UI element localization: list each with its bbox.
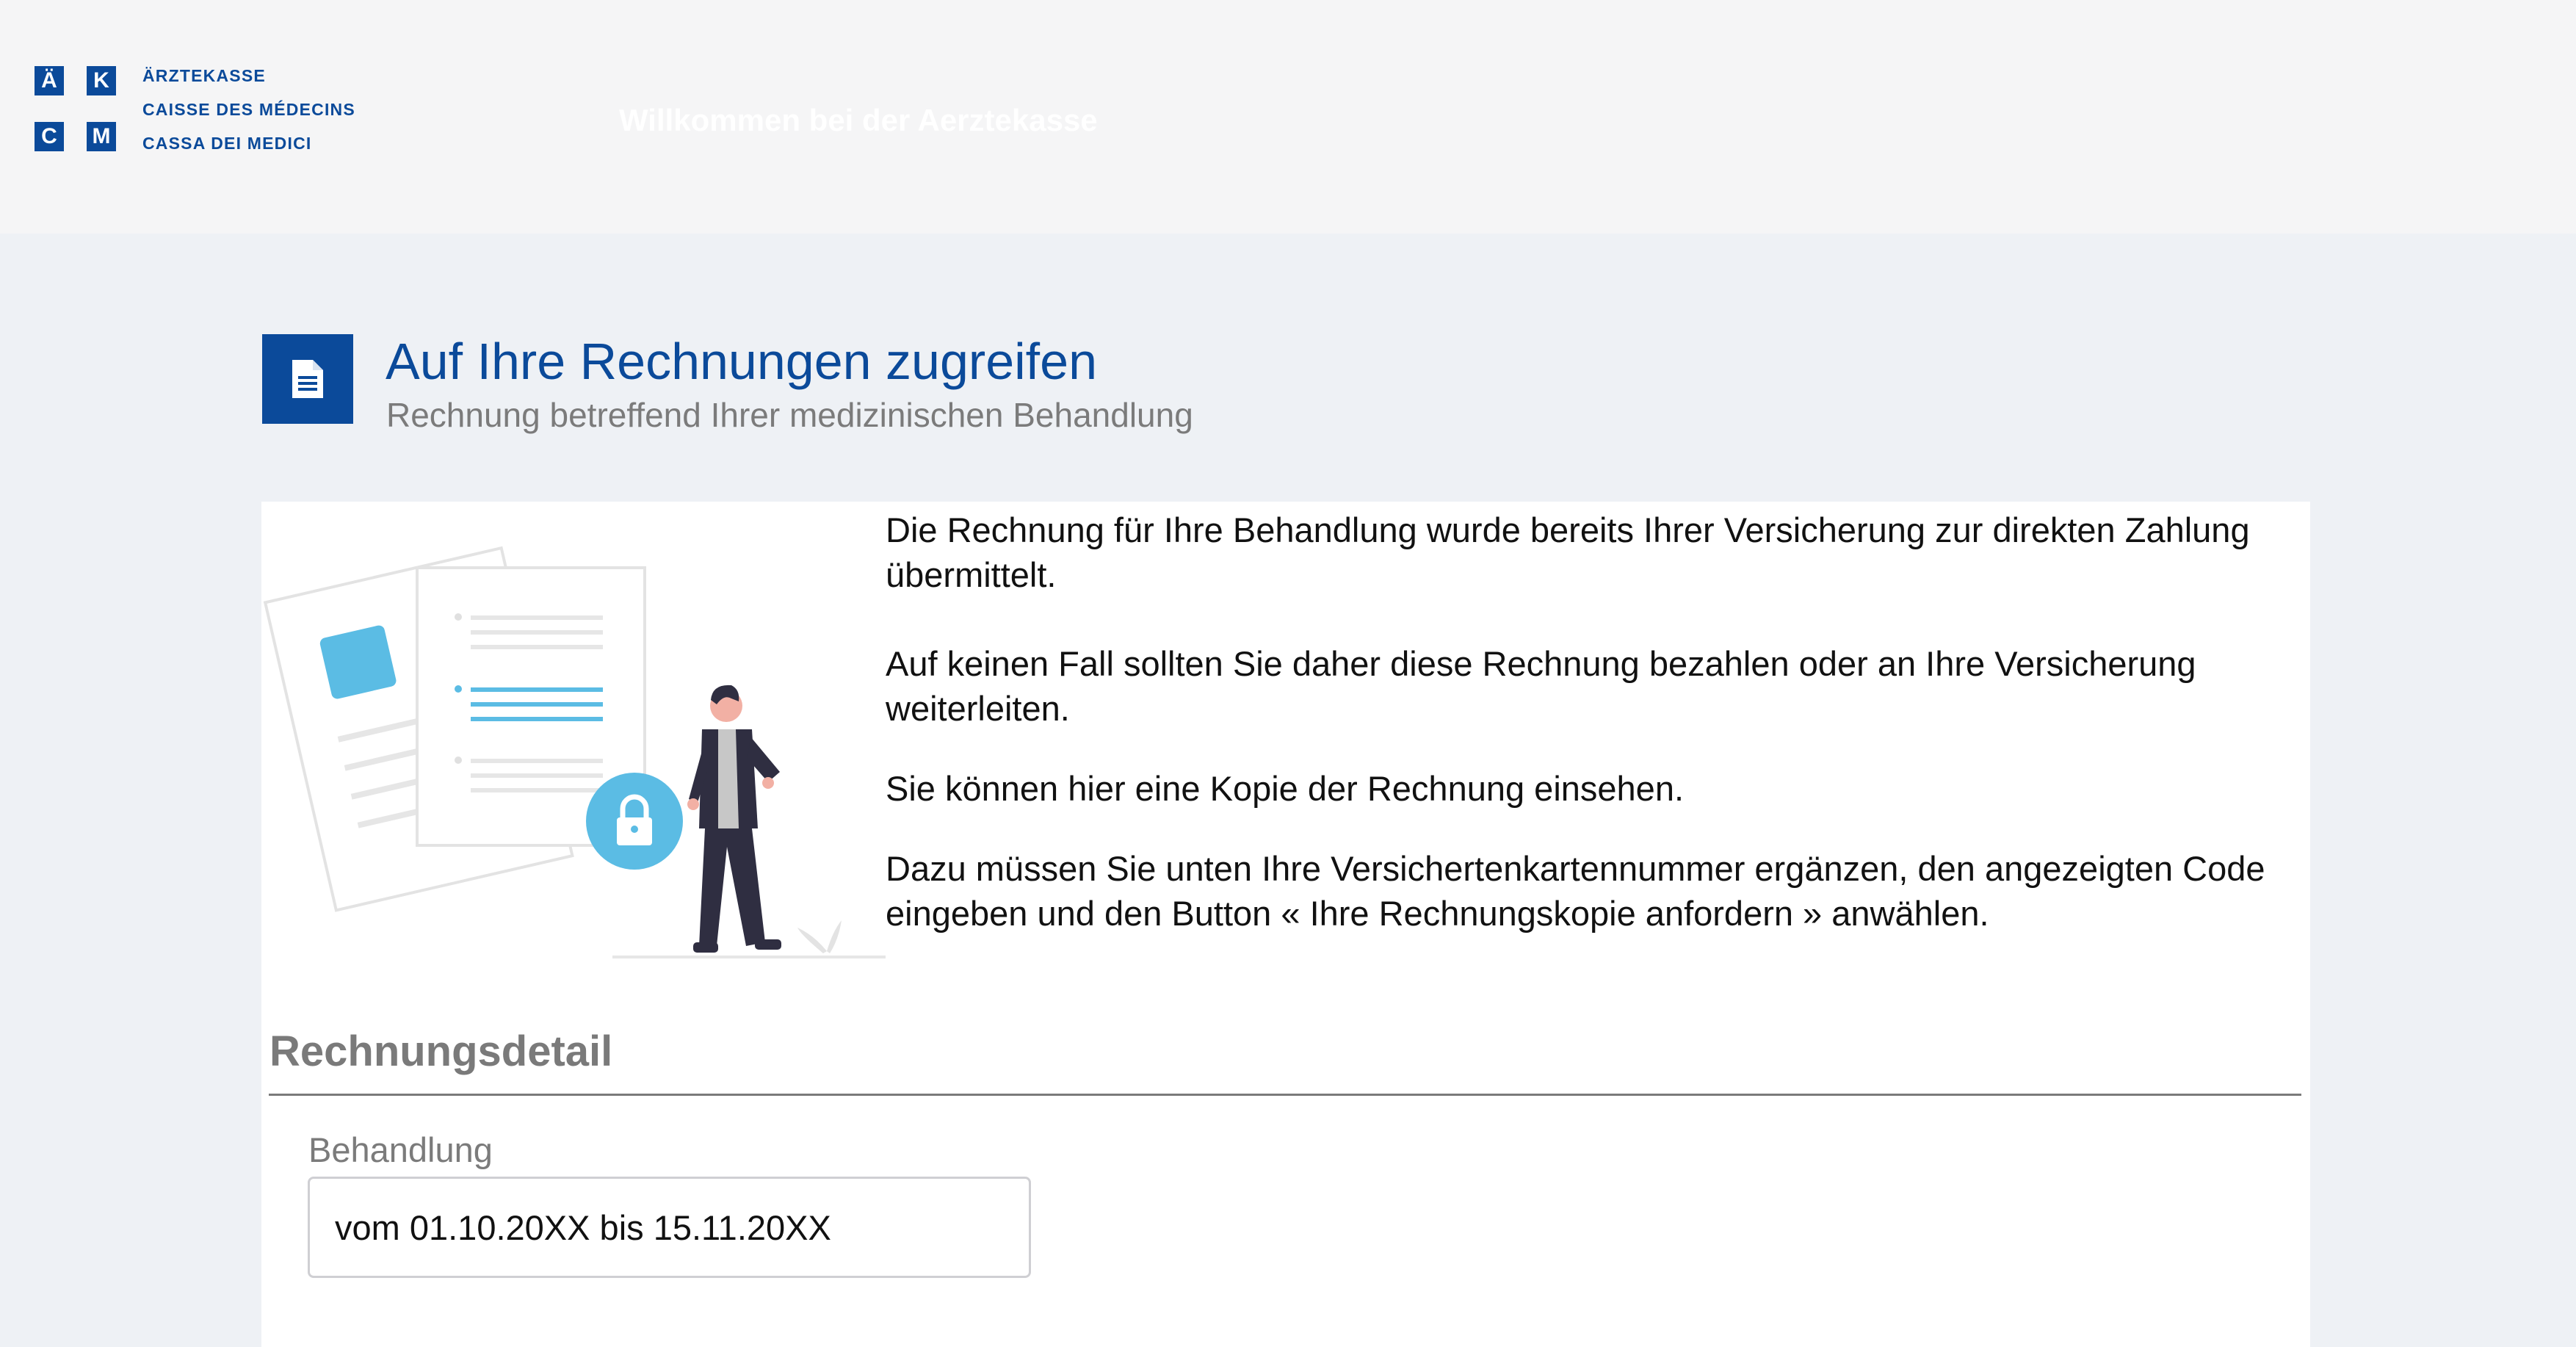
logo-letter-m: M: [87, 122, 116, 151]
section-title-rechnungsdetail: Rechnungsdetail: [269, 1028, 613, 1075]
info-text: Die Rechnung für Ihre Behandlung wurde b…: [886, 508, 2310, 980]
logo-line-de: ÄRZTEKASSE: [142, 66, 266, 85]
info-paragraph: Sie können hier eine Kopie der Rechnung …: [886, 769, 1685, 808]
info-paragraph: Dazu müssen Sie unten Ihre Versichertenk…: [886, 849, 2265, 933]
logo-letter-c: C: [35, 122, 64, 151]
section-divider: [269, 1094, 2301, 1096]
site-header: Ä K C M ÄRZTEKASSE CAISSE DES MÉDECINS C…: [0, 0, 2576, 234]
logo-mark: Ä K C M: [35, 66, 120, 153]
logo-letter-a: Ä: [35, 66, 64, 95]
info-paragraph: Die Rechnung für Ihre Behandlung wurde b…: [886, 510, 2250, 594]
document-icon: [262, 334, 353, 424]
info-paragraph: Auf keinen Fall sollten Sie daher diese …: [886, 644, 2196, 728]
invoice-card: Die Rechnung für Ihre Behandlung wurde b…: [261, 502, 2310, 1347]
welcome-text: Willkommen bei der Aerztekasse: [619, 103, 1098, 137]
invoice-illustration: [261, 502, 886, 972]
page-subtitle: Rechnung betreffend Ihrer medizinischen …: [386, 396, 1193, 434]
logo-letter-k: K: [87, 66, 116, 95]
treatment-label: Behandlung: [308, 1130, 493, 1169]
logo-line-it: CASSA DEI MEDICI: [142, 134, 312, 153]
logo-wordmark: ÄRZTEKASSE CAISSE DES MÉDECINS CASSA DEI…: [142, 66, 436, 167]
treatment-field[interactable]: [308, 1177, 1031, 1278]
page-title: Auf Ihre Rechnungen zugreifen: [386, 333, 1097, 390]
logo-line-fr: CAISSE DES MÉDECINS: [142, 100, 355, 119]
